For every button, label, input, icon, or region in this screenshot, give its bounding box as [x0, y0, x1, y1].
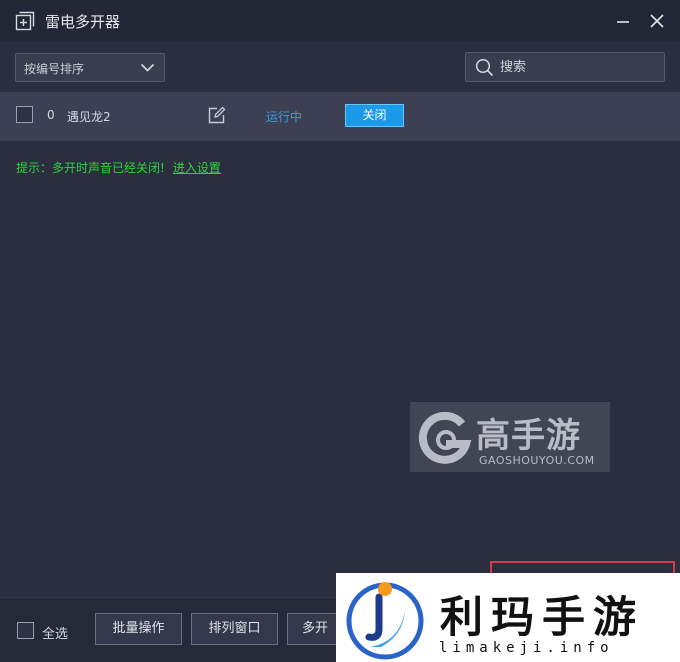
instance-name: 遇见龙2 — [67, 110, 111, 124]
instance-row: 0 遇见龙2 运行中 关闭 — [0, 92, 680, 141]
edit-icon[interactable] — [207, 106, 226, 125]
notice-text: 提示：多开时声音已经关闭! — [16, 161, 165, 175]
row-checkbox[interactable] — [16, 106, 33, 123]
limakeji-logo-icon — [346, 582, 424, 660]
sort-dropdown[interactable]: 按编号排序 — [15, 53, 165, 82]
window-add-icon — [15, 11, 35, 31]
brand-name: 利玛手游 — [440, 593, 644, 643]
brand-overlay: 利玛手游 limakeji.info — [336, 573, 680, 662]
close-window-icon[interactable] — [646, 10, 668, 32]
title-bar: 雷电多开器 — [0, 0, 680, 42]
settings-link[interactable]: 进入设置 — [173, 161, 221, 175]
search-box[interactable] — [465, 52, 665, 82]
app-title: 雷电多开器 — [45, 13, 121, 31]
instance-index: 0 — [47, 108, 55, 122]
close-instance-button[interactable]: 关闭 — [345, 104, 404, 127]
watermark: 高手游 GAOSHOUYOU.COM — [410, 402, 610, 472]
select-all-label: 全选 — [42, 627, 69, 642]
batch-operation-button[interactable]: 批量操作 — [95, 613, 182, 645]
sort-dropdown-value: 按编号排序 — [24, 62, 85, 76]
arrange-windows-button[interactable]: 排列窗口 — [191, 613, 278, 645]
multi-open-button[interactable]: 多开 — [287, 613, 343, 645]
chevron-down-icon — [140, 63, 155, 72]
sound-notice: 提示：多开时声音已经关闭! 进入设置 — [16, 159, 221, 176]
brand-domain: limakeji.info — [439, 640, 614, 656]
watermark-domain: GAOSHOUYOU.COM — [479, 454, 595, 467]
select-all-checkbox[interactable] — [17, 622, 34, 639]
search-input[interactable] — [500, 57, 655, 77]
toolbar: 按编号排序 — [0, 42, 680, 92]
minimize-icon[interactable] — [612, 10, 634, 32]
watermark-name: 高手游 — [476, 416, 581, 456]
gaoshouyou-logo-icon — [418, 412, 472, 464]
instance-status: 运行中 — [266, 110, 303, 124]
search-icon — [475, 58, 494, 77]
